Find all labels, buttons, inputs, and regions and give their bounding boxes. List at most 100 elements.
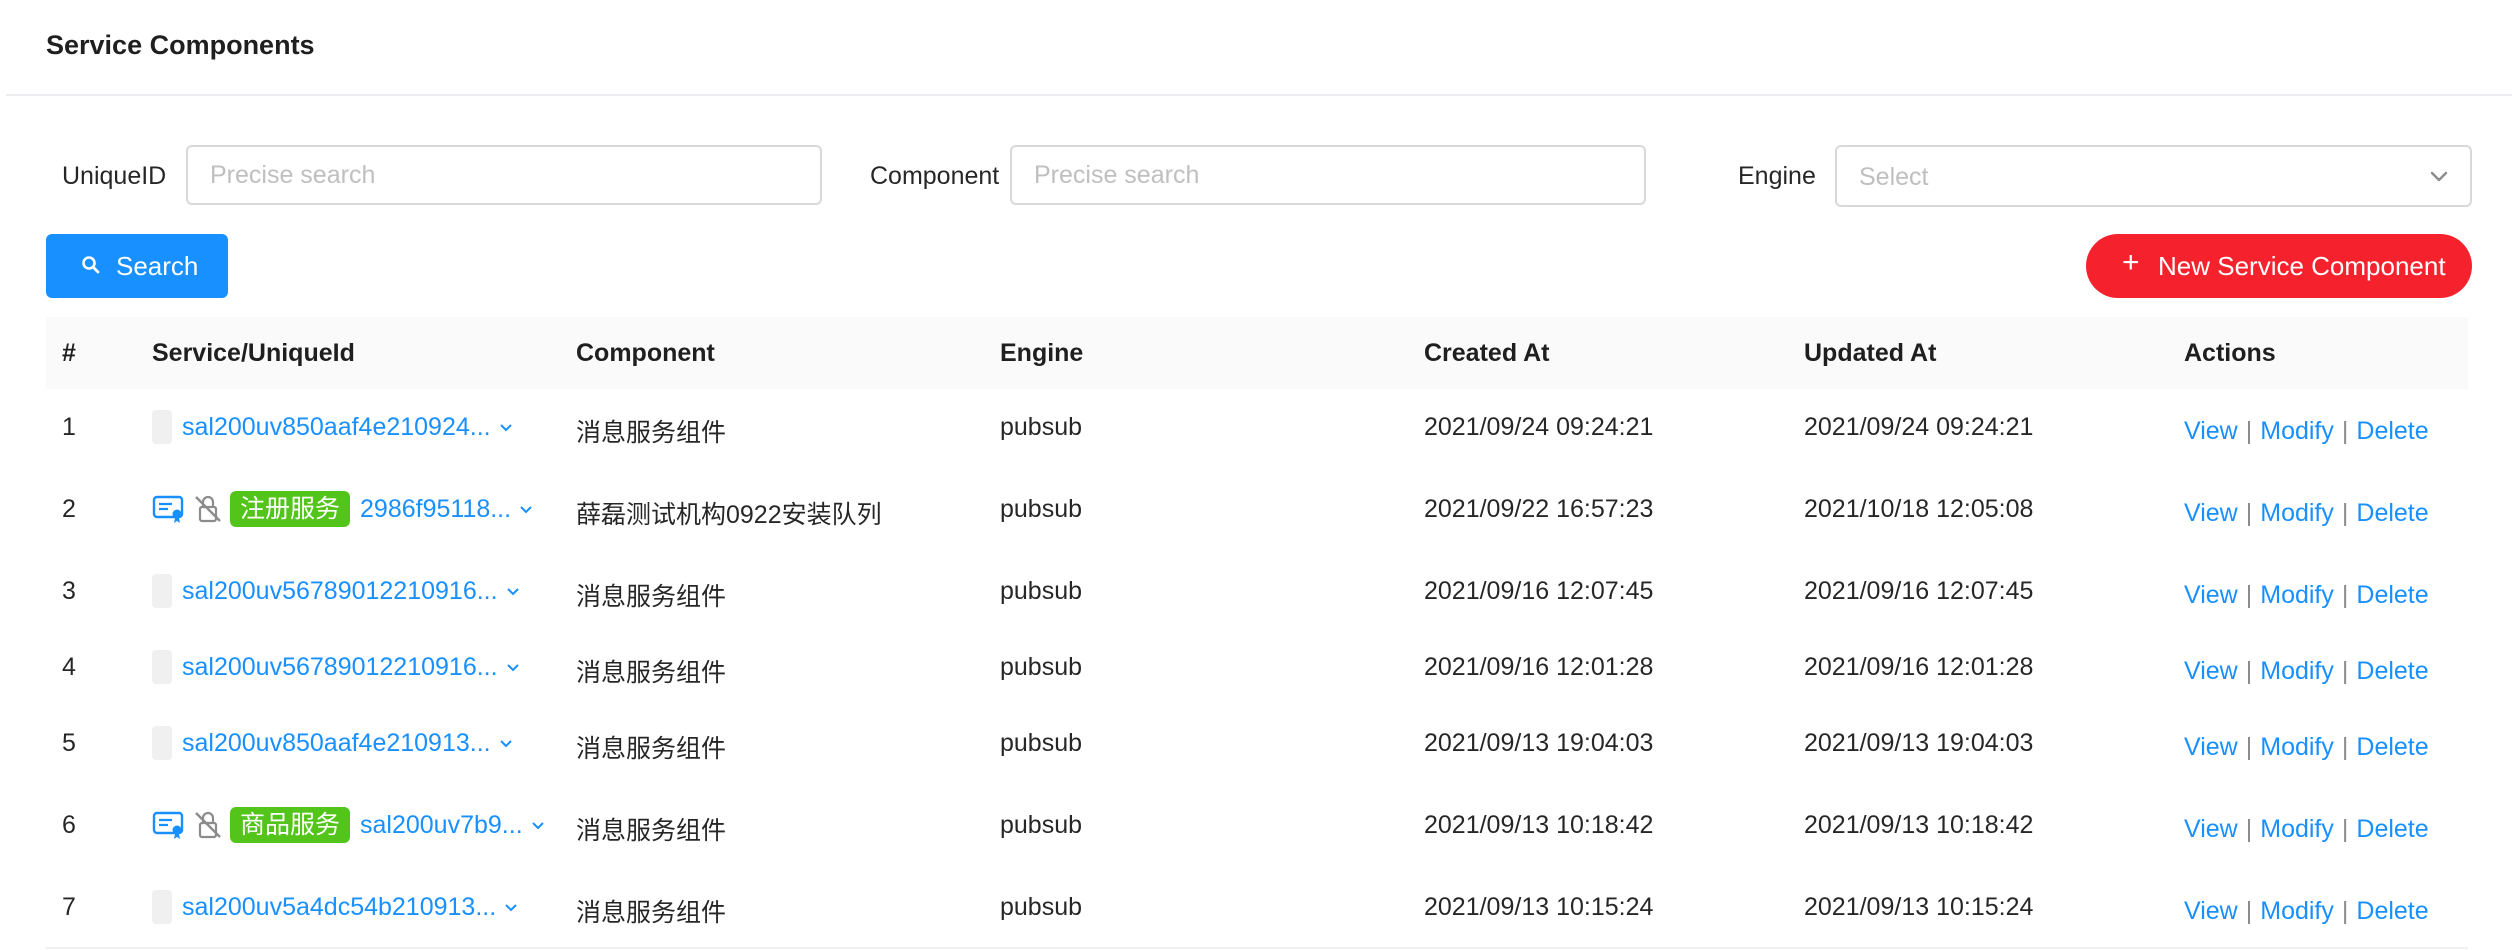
delete-link[interactable]: Delete (2356, 417, 2428, 445)
service-cell: sal200uv850aaf4e210924... (152, 409, 513, 445)
engine-cell: pubsub (1000, 577, 1083, 605)
action-separator: | (2341, 733, 2349, 761)
view-link[interactable]: View (2184, 417, 2238, 445)
chevron-down-icon[interactable] (499, 736, 513, 750)
service-placeholder (152, 726, 172, 760)
delete-link[interactable]: Delete (2356, 581, 2428, 609)
created-cell: 2021/09/13 19:04:03 (1424, 729, 1654, 757)
action-separator: | (2341, 897, 2349, 925)
actions-cell: View | Modify | Delete (2184, 897, 2429, 926)
modify-link[interactable]: Modify (2260, 815, 2334, 843)
modify-link[interactable]: Modify (2260, 499, 2334, 527)
certificate-icon (152, 495, 184, 523)
created-cell: 2021/09/13 10:15:24 (1424, 893, 1654, 921)
engine-select[interactable]: Select (1835, 145, 2472, 207)
service-placeholder (152, 650, 172, 684)
service-cell: 注册服务 2986f95118... (152, 491, 533, 527)
row-number: 4 (62, 653, 76, 681)
plus-icon: + (2122, 246, 2140, 279)
service-cell: 商品服务 sal200uv7b9... (152, 807, 545, 843)
updated-cell: 2021/09/16 12:01:28 (1804, 653, 2034, 681)
chevron-down-icon[interactable] (499, 420, 513, 434)
updated-cell: 2021/09/24 09:24:21 (1804, 413, 2034, 441)
uniqueid-link[interactable]: sal200uv56789012210916... (182, 653, 498, 682)
view-link[interactable]: View (2184, 499, 2238, 527)
service-cell: sal200uv5a4dc54b210913... (152, 889, 518, 925)
lock-off-icon (195, 811, 221, 839)
engine-select-placeholder: Select (1859, 163, 1929, 191)
modify-link[interactable]: Modify (2260, 581, 2334, 609)
actions-cell: View | Modify | Delete (2184, 581, 2429, 610)
component-cell: 消息服务组件 (576, 583, 727, 611)
service-cell: sal200uv56789012210916... (152, 573, 520, 609)
engine-cell: pubsub (1000, 413, 1083, 441)
view-link[interactable]: View (2184, 657, 2238, 685)
table-row: 3 sal200uv56789012210916... 消息服务组件 pubsu… (46, 553, 2468, 631)
engine-label: Engine (1738, 162, 1816, 190)
created-cell: 2021/09/22 16:57:23 (1424, 495, 1654, 523)
action-separator: | (2245, 815, 2253, 843)
engine-cell: pubsub (1000, 495, 1083, 523)
action-separator: | (2341, 499, 2349, 527)
created-cell: 2021/09/16 12:07:45 (1424, 577, 1654, 605)
delete-link[interactable]: Delete (2356, 499, 2428, 527)
component-input[interactable] (1010, 145, 1646, 205)
service-tag: 注册服务 (230, 491, 351, 527)
uniqueid-link[interactable]: sal200uv850aaf4e210913... (182, 729, 491, 758)
service-tag: 商品服务 (230, 807, 351, 843)
updated-cell: 2021/09/13 10:18:42 (1804, 811, 2034, 839)
chevron-down-icon[interactable] (519, 502, 533, 516)
uniqueid-label: UniqueID (62, 162, 167, 190)
chevron-down-icon[interactable] (504, 900, 518, 914)
service-placeholder (152, 574, 172, 608)
delete-link[interactable]: Delete (2356, 897, 2428, 925)
uniqueid-link[interactable]: sal200uv850aaf4e210924... (182, 413, 491, 442)
view-link[interactable]: View (2184, 733, 2238, 761)
actions-cell: View | Modify | Delete (2184, 499, 2429, 528)
search-button-label: Search (116, 251, 199, 281)
chevron-down-icon[interactable] (506, 660, 520, 674)
updated-cell: 2021/09/16 12:07:45 (1804, 577, 2034, 605)
header-updated: Updated At (1804, 339, 1937, 367)
table-row: 7 sal200uv5a4dc54b210913... 消息服务组件 pubsu… (46, 869, 2468, 949)
table-header: # Service/UniqueId Component Engine Crea… (46, 317, 2468, 391)
uniqueid-input[interactable] (186, 145, 822, 205)
created-cell: 2021/09/16 12:01:28 (1424, 653, 1654, 681)
header-component: Component (576, 339, 715, 367)
table-row: 1 sal200uv850aaf4e210924... 消息服务组件 pubsu… (46, 389, 2468, 467)
chevron-down-icon[interactable] (531, 818, 545, 832)
new-button-label: New Service Component (2158, 251, 2446, 281)
modify-link[interactable]: Modify (2260, 657, 2334, 685)
view-link[interactable]: View (2184, 815, 2238, 843)
updated-cell: 2021/09/13 10:15:24 (1804, 893, 2034, 921)
engine-cell: pubsub (1000, 893, 1083, 921)
header-engine: Engine (1000, 339, 1084, 367)
service-cell: sal200uv56789012210916... (152, 649, 520, 685)
modify-link[interactable]: Modify (2260, 417, 2334, 445)
chevron-down-icon[interactable] (506, 584, 520, 598)
component-cell: 消息服务组件 (576, 659, 727, 687)
uniqueid-link[interactable]: 2986f95118... (360, 495, 511, 524)
delete-link[interactable]: Delete (2356, 815, 2428, 843)
service-placeholder (152, 410, 172, 444)
uniqueid-link[interactable]: sal200uv7b9... (360, 811, 523, 840)
actions-cell: View | Modify | Delete (2184, 657, 2429, 686)
page-title: Service Components (46, 30, 315, 60)
engine-cell: pubsub (1000, 811, 1083, 839)
table-row: 5 sal200uv850aaf4e210913... 消息服务组件 pubsu… (46, 705, 2468, 783)
uniqueid-link[interactable]: sal200uv5a4dc54b210913... (182, 893, 496, 922)
delete-link[interactable]: Delete (2356, 733, 2428, 761)
modify-link[interactable]: Modify (2260, 733, 2334, 761)
modify-link[interactable]: Modify (2260, 897, 2334, 925)
component-cell: 消息服务组件 (576, 735, 727, 763)
delete-link[interactable]: Delete (2356, 657, 2428, 685)
view-link[interactable]: View (2184, 897, 2238, 925)
table-row: 4 sal200uv56789012210916... 消息服务组件 pubsu… (46, 629, 2468, 707)
updated-cell: 2021/10/18 12:05:08 (1804, 495, 2034, 523)
uniqueid-link[interactable]: sal200uv56789012210916... (182, 577, 498, 606)
action-separator: | (2245, 897, 2253, 925)
search-button[interactable]: Search (46, 234, 228, 298)
new-service-component-button[interactable]: + New Service Component (2086, 234, 2472, 298)
view-link[interactable]: View (2184, 581, 2238, 609)
action-separator: | (2341, 581, 2349, 609)
